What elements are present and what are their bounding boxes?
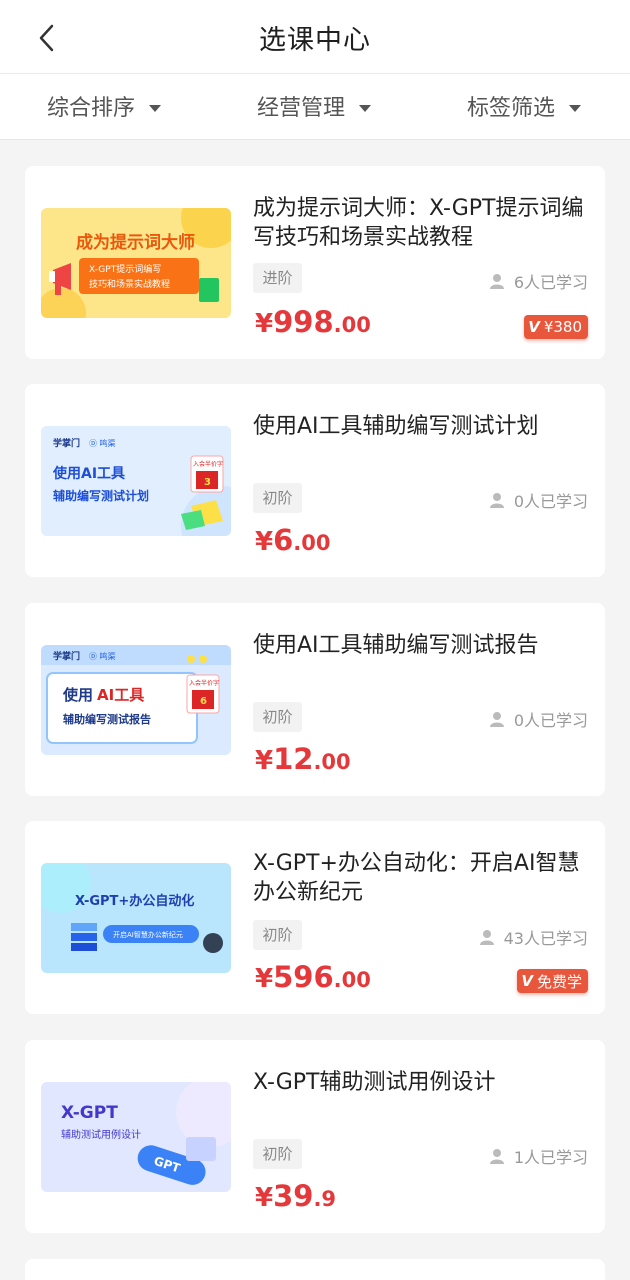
learner-count: 43人已学习 (479, 925, 588, 949)
thumb-number: 6 (200, 696, 207, 707)
course-title: X-GPT+办公自动化：开启AI智慧办公新纪元 (253, 851, 580, 905)
currency-symbol: ¥ (255, 964, 274, 994)
thumb-title-highlight: AI工具 (97, 686, 144, 704)
course-title: 成为提示词大师：X-GPT提示词编写技巧和场景实战教程 (253, 196, 584, 250)
sort-filter-label: 综合排序 (47, 96, 136, 121)
thumb-brand-2: Ⓓ 鸣渠 (89, 438, 116, 448)
vip-price-badge: V ¥380 (524, 315, 588, 339)
price: ¥596.00 (255, 960, 371, 994)
thumb-title: X-GPT (61, 1103, 118, 1123)
user-icon (489, 712, 504, 727)
course-thumbnail: 学掌门 Ⓓ 鸣渠 使用 AI工具 辅助编写测试报告 入会半价字 6 (41, 645, 231, 755)
user-icon (479, 930, 494, 945)
course-card[interactable]: 学掌门 Ⓓ 鸣渠 使用AI工具 辅助编写测试计划 入会半价字 3 使用AI工具辅… (25, 384, 605, 577)
learner-count-text: 6人已学习 (513, 273, 588, 292)
course-title: X-GPT辅助测试用例设计 (253, 1070, 496, 1095)
price: ¥39.9 (255, 1179, 336, 1213)
thumb-number: 3 (204, 477, 211, 488)
thumb-title: 使用AI工具 (52, 465, 125, 482)
tag-filter-label: 标签筛选 (467, 96, 556, 121)
price-decimal: .00 (313, 750, 351, 774)
thumb-subtitle: 开启AI智慧办公新纪元 (113, 930, 183, 939)
vip-free-badge: V 免费学 (517, 969, 588, 993)
learner-count-text: 0人已学习 (513, 711, 588, 730)
price-integer: 998 (273, 305, 334, 339)
course-title: 使用AI工具辅助编写测试计划 (253, 414, 539, 439)
category-filter-label: 经营管理 (257, 96, 346, 121)
vip-icon: V (521, 972, 533, 990)
currency-symbol: ¥ (255, 1183, 274, 1213)
thumb-subtitle: 辅助测试用例设计 (61, 1128, 141, 1141)
course-card[interactable]: X-GPT 辅助测试用例设计 GPT X-GPT辅助测试用例设计 初阶 1人已学… (25, 1040, 605, 1233)
course-card[interactable]: 学掌门 Ⓓ 鸣渠 使用 AI工具 辅助编写测试报告 入会半价字 6 使用AI工具… (25, 603, 605, 796)
course-card-partial[interactable] (25, 1259, 605, 1280)
learner-count: 0人已学习 (489, 488, 588, 512)
price: ¥6.00 (255, 523, 330, 557)
thumb-title: 成为提示词大师 (76, 232, 195, 253)
price: ¥12.00 (255, 742, 351, 776)
thumb-brand-2: Ⓓ 鸣渠 (89, 651, 116, 661)
caret-down-icon (149, 104, 162, 112)
price-integer: 12 (273, 742, 314, 776)
currency-symbol: ¥ (255, 527, 274, 557)
vip-icon: V (528, 318, 540, 336)
learner-count-text: 0人已学习 (513, 492, 588, 511)
filter-bar: 综合排序 经营管理 标签筛选 (0, 74, 630, 140)
sort-filter[interactable]: 综合排序 (47, 90, 162, 122)
level-badge: 初阶 (253, 1139, 302, 1169)
user-icon (489, 1149, 504, 1164)
level-badge: 进阶 (253, 263, 302, 293)
page-title: 选课中心 (259, 25, 371, 56)
thumb-subtitle: X-GPT提示词编写 (89, 263, 161, 275)
price-integer: 596 (273, 960, 334, 994)
price-integer: 39 (273, 1179, 314, 1213)
course-thumbnail: X-GPT 辅助测试用例设计 GPT (41, 1082, 231, 1192)
price-integer: 6 (273, 523, 294, 557)
vip-price-text: ¥380 (543, 318, 582, 336)
user-icon (489, 274, 504, 289)
learner-count-text: 43人已学习 (503, 929, 588, 948)
price-decimal: .00 (293, 531, 331, 555)
course-card[interactable]: 成为提示词大师 X-GPT提示词编写 技巧和场景实战教程 成为提示词大师：X-G… (25, 166, 605, 359)
thumb-tag: 入会半价字 (189, 679, 219, 687)
thumb-brand: 学掌门 (53, 650, 80, 662)
level-badge: 初阶 (253, 702, 302, 732)
thumb-title: X-GPT+办公自动化 (75, 893, 194, 909)
caret-down-icon (569, 104, 582, 112)
price-decimal: .00 (333, 968, 371, 992)
top-bar: 选课中心 (0, 0, 630, 74)
thumb-title: 使用 (62, 686, 93, 704)
course-title: 使用AI工具辅助编写测试报告 (253, 633, 539, 658)
course-thumbnail: X-GPT+办公自动化 开启AI智慧办公新纪元 (41, 863, 231, 973)
thumb-tag: 入会半价字 (193, 460, 223, 468)
category-filter[interactable]: 经营管理 (257, 90, 372, 122)
learner-count: 0人已学习 (489, 707, 588, 731)
learner-count: 6人已学习 (489, 269, 588, 293)
thumb-subtitle-2: 技巧和场景实战教程 (89, 278, 170, 290)
currency-symbol: ¥ (255, 309, 274, 339)
price-decimal: .9 (313, 1187, 337, 1211)
level-badge: 初阶 (253, 483, 302, 513)
user-icon (489, 493, 504, 508)
thumb-subtitle: 辅助编写测试报告 (63, 712, 151, 726)
vip-free-text: 免费学 (536, 972, 582, 991)
price-decimal: .00 (333, 313, 371, 337)
learner-count: 1人已学习 (489, 1144, 588, 1168)
price: ¥998.00 (255, 305, 371, 339)
course-thumbnail: 学掌门 Ⓓ 鸣渠 使用AI工具 辅助编写测试计划 入会半价字 3 (41, 426, 231, 536)
caret-down-icon (359, 104, 372, 112)
tag-filter[interactable]: 标签筛选 (467, 90, 582, 122)
thumb-subtitle: 辅助编写测试计划 (53, 488, 149, 503)
level-badge: 初阶 (253, 920, 302, 950)
course-card[interactable]: X-GPT+办公自动化 开启AI智慧办公新纪元 X-GPT+办公自动化：开启AI… (25, 821, 605, 1014)
currency-symbol: ¥ (255, 746, 274, 776)
learner-count-text: 1人已学习 (513, 1148, 588, 1167)
course-thumbnail: 成为提示词大师 X-GPT提示词编写 技巧和场景实战教程 (41, 208, 231, 318)
thumb-brand: 学掌门 (53, 437, 80, 449)
